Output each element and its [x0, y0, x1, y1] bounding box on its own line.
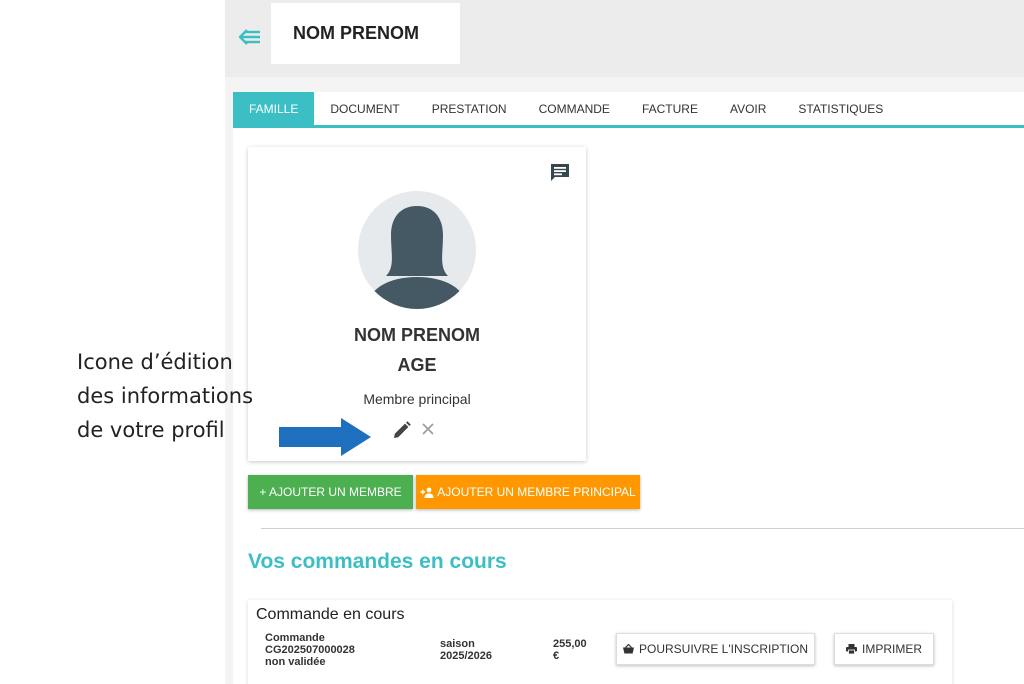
member-name: NOM PRENOM	[354, 325, 480, 345]
add-main-member-button[interactable]: AJOUTER UN MEMBRE PRINCIPAL	[416, 475, 640, 509]
print-button[interactable]: IMPRIMER	[834, 633, 934, 665]
annotation-line: des informations	[77, 384, 254, 408]
basket-icon	[623, 644, 634, 654]
tab-statistiques[interactable]: STATISTIQUES	[782, 92, 899, 125]
close-icon[interactable]	[421, 422, 435, 436]
arrow-back-icon	[238, 29, 260, 45]
page-title: NOM PRENOM	[271, 3, 460, 64]
add-main-member-label: AJOUTER UN MEMBRE PRINCIPAL	[437, 485, 636, 499]
tab-avoir[interactable]: AVOIR	[714, 92, 782, 125]
tab-commande[interactable]: COMMANDE	[523, 92, 626, 125]
price-currency: €	[553, 650, 560, 662]
member-role: Membre principal	[363, 391, 471, 407]
orders-section-title: Vos commandes en cours	[248, 550, 507, 573]
member-age: AGE	[397, 355, 437, 375]
print-label: IMPRIMER	[862, 642, 922, 656]
season-label: saison	[440, 638, 475, 650]
order-info: Commande CG202507000028 non validée	[265, 632, 395, 668]
orders-card: Commande en cours Commande CG20250700002…	[248, 600, 952, 684]
tab-famille[interactable]: FAMILLE	[233, 92, 315, 125]
orders-heading: Commande en cours	[256, 606, 405, 623]
price-value: 255,00	[553, 638, 587, 650]
back-button[interactable]	[237, 26, 263, 48]
order-id: CG202507000028	[265, 644, 355, 656]
comment-icon[interactable]	[550, 163, 570, 182]
avatar-female-icon	[358, 191, 476, 309]
app-window: NOM PRENOM FAMILLE DOCUMENT PRESTATION C…	[225, 0, 1024, 684]
tab-document[interactable]: DOCUMENT	[314, 92, 415, 125]
pencil-icon[interactable]	[393, 421, 411, 439]
order-season: saison 2025/2026	[440, 638, 520, 662]
add-member-button[interactable]: + AJOUTER UN MEMBRE	[248, 475, 413, 509]
order-status: non validée	[265, 656, 326, 668]
annotation-line: de votre profil	[77, 418, 225, 442]
continue-registration-button[interactable]: POURSUIVRE L'INSCRIPTION	[616, 633, 815, 665]
tab-facture[interactable]: FACTURE	[626, 92, 714, 125]
continue-registration-label: POURSUIVRE L'INSCRIPTION	[639, 642, 808, 656]
main-content: FAMILLE DOCUMENT PRESTATION COMMANDE FAC…	[233, 92, 1024, 684]
top-bar: NOM PRENOM	[225, 0, 1024, 77]
arrow-right-icon	[279, 418, 371, 456]
annotation-line: Icone d’édition	[77, 350, 233, 374]
tab-bar: FAMILLE DOCUMENT PRESTATION COMMANDE FAC…	[233, 92, 1024, 128]
add-user-icon	[420, 487, 434, 498]
printer-icon	[846, 644, 857, 654]
left-blank-area	[0, 0, 225, 684]
annotation-text: Icone d’édition des informations de votr…	[77, 345, 297, 447]
order-price: 255,00 €	[553, 638, 603, 662]
section-divider	[261, 528, 1024, 529]
tab-prestation[interactable]: PRESTATION	[416, 92, 523, 125]
member-card: NOM PRENOM AGE Membre principal	[248, 147, 586, 461]
season-value: 2025/2026	[440, 650, 492, 662]
order-label: Commande	[265, 632, 325, 644]
